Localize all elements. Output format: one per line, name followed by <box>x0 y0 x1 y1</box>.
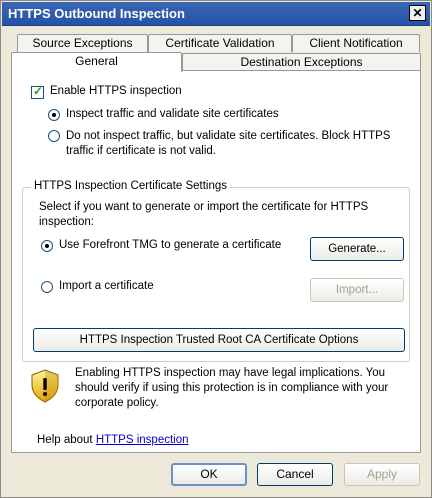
help-prefix: Help about <box>37 434 93 446</box>
legal-warning-line1: Enabling HTTPS inspection may have legal… <box>75 367 386 379</box>
certificate-description: Select if you want to generate or import… <box>39 200 399 230</box>
help-link-https-inspection[interactable]: HTTPS inspection <box>96 434 189 446</box>
inspect-traffic-option[interactable]: Inspect traffic and validate site certif… <box>48 108 279 121</box>
inspect-traffic-label: Inspect traffic and validate site certif… <box>66 108 279 120</box>
tab-label: Destination Exceptions <box>240 55 363 69</box>
legal-warning-text: Enabling HTTPS inspection may have legal… <box>75 366 405 411</box>
close-icon: ✕ <box>412 6 423 20</box>
tab-source-exceptions[interactable]: Source Exceptions <box>17 34 148 52</box>
import-cert-radio[interactable] <box>41 281 53 293</box>
trusted-root-ca-options-button[interactable]: HTTPS Inspection Trusted Root CA Certifi… <box>33 328 405 352</box>
certificate-description-line2: inspection: <box>39 216 94 228</box>
generate-cert-label: Use Forefront TMG to generate a certific… <box>59 239 282 251</box>
no-inspect-label-line1: Do not inspect traffic, but validate sit… <box>66 130 391 142</box>
tab-certificate-validation[interactable]: Certificate Validation <box>148 34 292 52</box>
dialog-window: HTTPS Outbound Inspection ✕ Source Excep… <box>0 0 432 498</box>
inspect-traffic-radio[interactable] <box>48 109 60 121</box>
title-bar: HTTPS Outbound Inspection ✕ <box>2 2 430 26</box>
close-button[interactable]: ✕ <box>409 5 426 21</box>
enable-https-label: Enable HTTPS inspection <box>50 85 182 97</box>
import-cert-label: Import a certificate <box>59 280 154 292</box>
certificate-settings-title: HTTPS Inspection Certificate Settings <box>31 180 231 192</box>
cancel-button[interactable]: Cancel <box>257 463 333 486</box>
tab-destination-exceptions[interactable]: Destination Exceptions <box>182 53 421 71</box>
import-button[interactable]: Import... <box>310 278 404 302</box>
tab-label: Client Notification <box>309 36 403 50</box>
tab-label: Source Exceptions <box>32 36 133 50</box>
certificate-description-line1: Select if you want to generate or import… <box>39 201 369 213</box>
enable-https-row[interactable]: Enable HTTPS inspection <box>31 84 182 99</box>
ok-button[interactable]: OK <box>171 463 247 486</box>
tab-label: General <box>75 54 118 68</box>
generate-cert-radio[interactable] <box>41 240 53 252</box>
no-inspect-option[interactable]: Do not inspect traffic, but validate sit… <box>48 129 390 159</box>
apply-button[interactable]: Apply <box>344 463 420 486</box>
generate-button[interactable]: Generate... <box>310 237 404 261</box>
legal-warning-line3: corporate policy. <box>75 397 159 409</box>
generate-cert-option[interactable]: Use Forefront TMG to generate a certific… <box>41 239 281 252</box>
import-cert-option[interactable]: Import a certificate <box>41 280 154 293</box>
window-title: HTTPS Outbound Inspection <box>8 6 185 21</box>
no-inspect-label-line2: traffic if certificate is not valid. <box>66 145 216 157</box>
tab-label: Certificate Validation <box>165 36 275 50</box>
tab-general[interactable]: General <box>11 52 182 72</box>
enable-https-checkbox[interactable] <box>31 84 44 99</box>
tab-client-notification[interactable]: Client Notification <box>292 34 420 52</box>
shield-warning-icon <box>30 369 60 403</box>
help-row: Help about HTTPS inspection <box>37 433 189 448</box>
no-inspect-radio[interactable] <box>48 130 60 142</box>
legal-warning-line2: should verify if using this protection i… <box>75 382 389 394</box>
